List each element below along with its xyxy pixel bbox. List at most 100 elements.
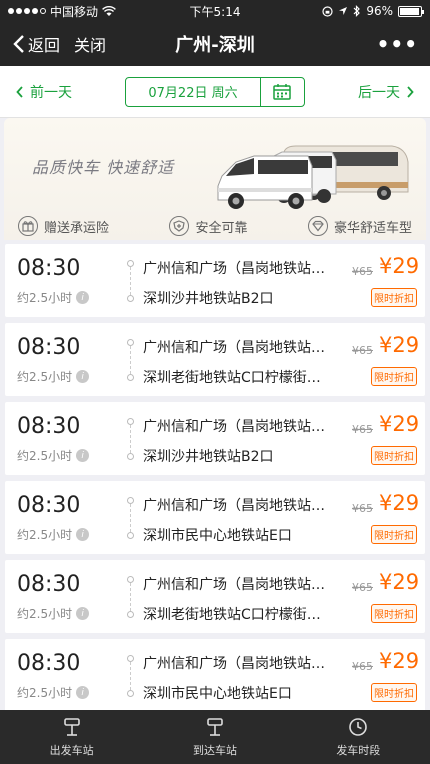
destination-dot	[127, 453, 134, 460]
carrier: 中国移动	[50, 4, 99, 19]
origin-dot	[127, 497, 134, 504]
info-icon[interactable]: i	[76, 370, 90, 383]
destination-station: 深圳市民中心地铁站E口	[143, 528, 292, 544]
original-price: ¥65	[352, 344, 373, 357]
trip-card[interactable]: 08:30 约2.5小时 i 广州信和广场（昌岗地铁站… 深圳市民中心地铁站E口 …	[5, 639, 425, 712]
departure-time: 08:30	[17, 572, 81, 597]
diamond-icon	[307, 216, 328, 236]
promo-banner: 品质快车 快速舒适 赠送承运险 安全可靠 豪华舒适车型	[4, 118, 426, 240]
discount-tag: 限时折扣	[371, 367, 417, 386]
info-icon[interactable]: i	[76, 528, 90, 541]
top-bar: 中国移动 下午5:14 96% 返回 关闭 广州-深圳 •••	[0, 0, 430, 66]
route-line	[126, 497, 135, 539]
arrival-station-icon	[207, 718, 223, 736]
info-icon[interactable]: i	[76, 686, 90, 699]
feature-label: 安全可靠	[195, 220, 248, 236]
shield-icon	[169, 216, 190, 236]
original-price: ¥65	[352, 265, 373, 278]
tab-arrival-station[interactable]: 到达车站	[143, 710, 286, 764]
info-icon[interactable]: i	[76, 449, 90, 462]
origin-station: 广州信和广场（昌岗地铁站…	[143, 261, 325, 277]
info-icon[interactable]: i	[76, 607, 90, 620]
origin-dot	[127, 339, 134, 346]
close-button[interactable]: 关闭	[74, 32, 106, 56]
clock-icon	[349, 718, 368, 736]
destination-station: 深圳沙井地铁站B2口	[143, 291, 274, 307]
origin-dot	[127, 260, 134, 267]
status-bar: 中国移动 下午5:14 96%	[0, 0, 430, 22]
sale-price: ¥29	[379, 254, 420, 278]
next-day-label: 后一天	[358, 84, 400, 101]
route-connector	[130, 504, 131, 532]
vehicles-illustration	[217, 145, 409, 209]
tab-label: 到达车站	[192, 744, 237, 757]
destination-station: 深圳老街地铁站C口柠檬街…	[143, 607, 321, 623]
wifi-icon	[102, 5, 116, 16]
feature-label: 豪华舒适车型	[333, 220, 412, 236]
origin-dot	[127, 418, 134, 425]
tab-departure-station[interactable]: 出发车站	[0, 710, 143, 764]
route-line	[126, 576, 135, 618]
departure-time: 08:30	[17, 651, 81, 676]
duration-label: 约2.5小时	[17, 449, 73, 463]
previous-day-button[interactable]: 前一天	[16, 82, 72, 102]
chevron-right-icon	[407, 85, 414, 98]
next-day-button[interactable]: 后一天	[358, 82, 414, 102]
battery-icon	[398, 5, 424, 17]
tab-label: 出发车站	[49, 744, 94, 757]
origin-station: 广州信和广场（昌岗地铁站…	[143, 498, 325, 514]
location-icon	[339, 7, 348, 15]
trip-card[interactable]: 08:30 约2.5小时 i 广州信和广场（昌岗地铁站… 深圳沙井地铁站B2口 ¥…	[5, 402, 425, 475]
battery-percent: 96%	[366, 4, 393, 18]
destination-station: 深圳市民中心地铁站E口	[143, 686, 292, 702]
destination-station: 深圳沙井地铁站B2口	[143, 449, 274, 465]
sale-price: ¥29	[379, 491, 420, 515]
original-price: ¥65	[352, 581, 373, 594]
banner-slogan: 品质快车 快速舒适	[32, 158, 175, 177]
selected-date[interactable]: 07月22日 周六	[126, 78, 259, 106]
trip-list: 08:30 约2.5小时 i 广州信和广场（昌岗地铁站… 深圳沙井地铁站B2口 ¥…	[0, 240, 430, 712]
feature-label: 赠送承运险	[44, 220, 110, 236]
previous-day-label: 前一天	[30, 84, 72, 101]
feature-insurance: 赠送承运险	[18, 216, 109, 236]
original-price: ¥65	[352, 423, 373, 436]
trip-card[interactable]: 08:30 约2.5小时 i 广州信和广场（昌岗地铁站… 深圳沙井地铁站B2口 ¥…	[5, 244, 425, 317]
route-line	[126, 339, 135, 381]
feature-safety: 安全可靠	[169, 216, 248, 236]
origin-station: 广州信和广场（昌岗地铁站…	[143, 419, 325, 435]
duration-label: 约2.5小时	[17, 607, 73, 621]
duration-label: 约2.5小时	[17, 528, 73, 542]
more-menu-button[interactable]: •••	[377, 32, 418, 56]
departure-time: 08:30	[17, 256, 81, 281]
origin-dot	[127, 576, 134, 583]
tab-departure-time[interactable]: 发车时段	[287, 710, 430, 764]
route-connector	[130, 425, 131, 453]
trip-card[interactable]: 08:30 约2.5小时 i 广州信和广场（昌岗地铁站… 深圳老街地铁站C口柠檬街…	[5, 323, 425, 396]
trip-card[interactable]: 08:30 约2.5小时 i 广州信和广场（昌岗地铁站… 深圳市民中心地铁站E口 …	[5, 481, 425, 554]
back-button[interactable]: 返回	[12, 32, 60, 56]
info-icon[interactable]: i	[76, 291, 90, 304]
departure-time: 08:30	[17, 493, 81, 518]
chevron-left-icon	[13, 35, 24, 53]
departure-time: 08:30	[17, 335, 81, 360]
sale-price: ¥29	[379, 333, 420, 357]
destination-station: 深圳老街地铁站C口柠檬街…	[143, 370, 321, 386]
route-line	[126, 655, 135, 697]
destination-dot	[127, 532, 134, 539]
destination-dot	[127, 374, 134, 381]
trip-duration: 约2.5小时 i	[17, 605, 90, 622]
chevron-left-icon	[16, 85, 23, 98]
date-picker[interactable]: 07月22日 周六	[125, 76, 305, 107]
destination-dot	[127, 611, 134, 618]
calendar-icon[interactable]	[259, 77, 304, 106]
departure-station-icon	[63, 718, 80, 736]
trip-card[interactable]: 08:30 约2.5小时 i 广州信和广场（昌岗地铁站… 深圳老街地铁站C口柠檬街…	[5, 560, 425, 633]
trip-duration: 约2.5小时 i	[17, 368, 90, 385]
trip-duration: 约2.5小时 i	[17, 684, 90, 701]
back-label: 返回	[28, 36, 61, 55]
trip-duration: 约2.5小时 i	[17, 526, 90, 543]
duration-label: 约2.5小时	[17, 291, 73, 305]
origin-station: 广州信和广场（昌岗地铁站…	[143, 577, 325, 593]
departure-time: 08:30	[17, 414, 81, 439]
destination-dot	[127, 295, 134, 302]
